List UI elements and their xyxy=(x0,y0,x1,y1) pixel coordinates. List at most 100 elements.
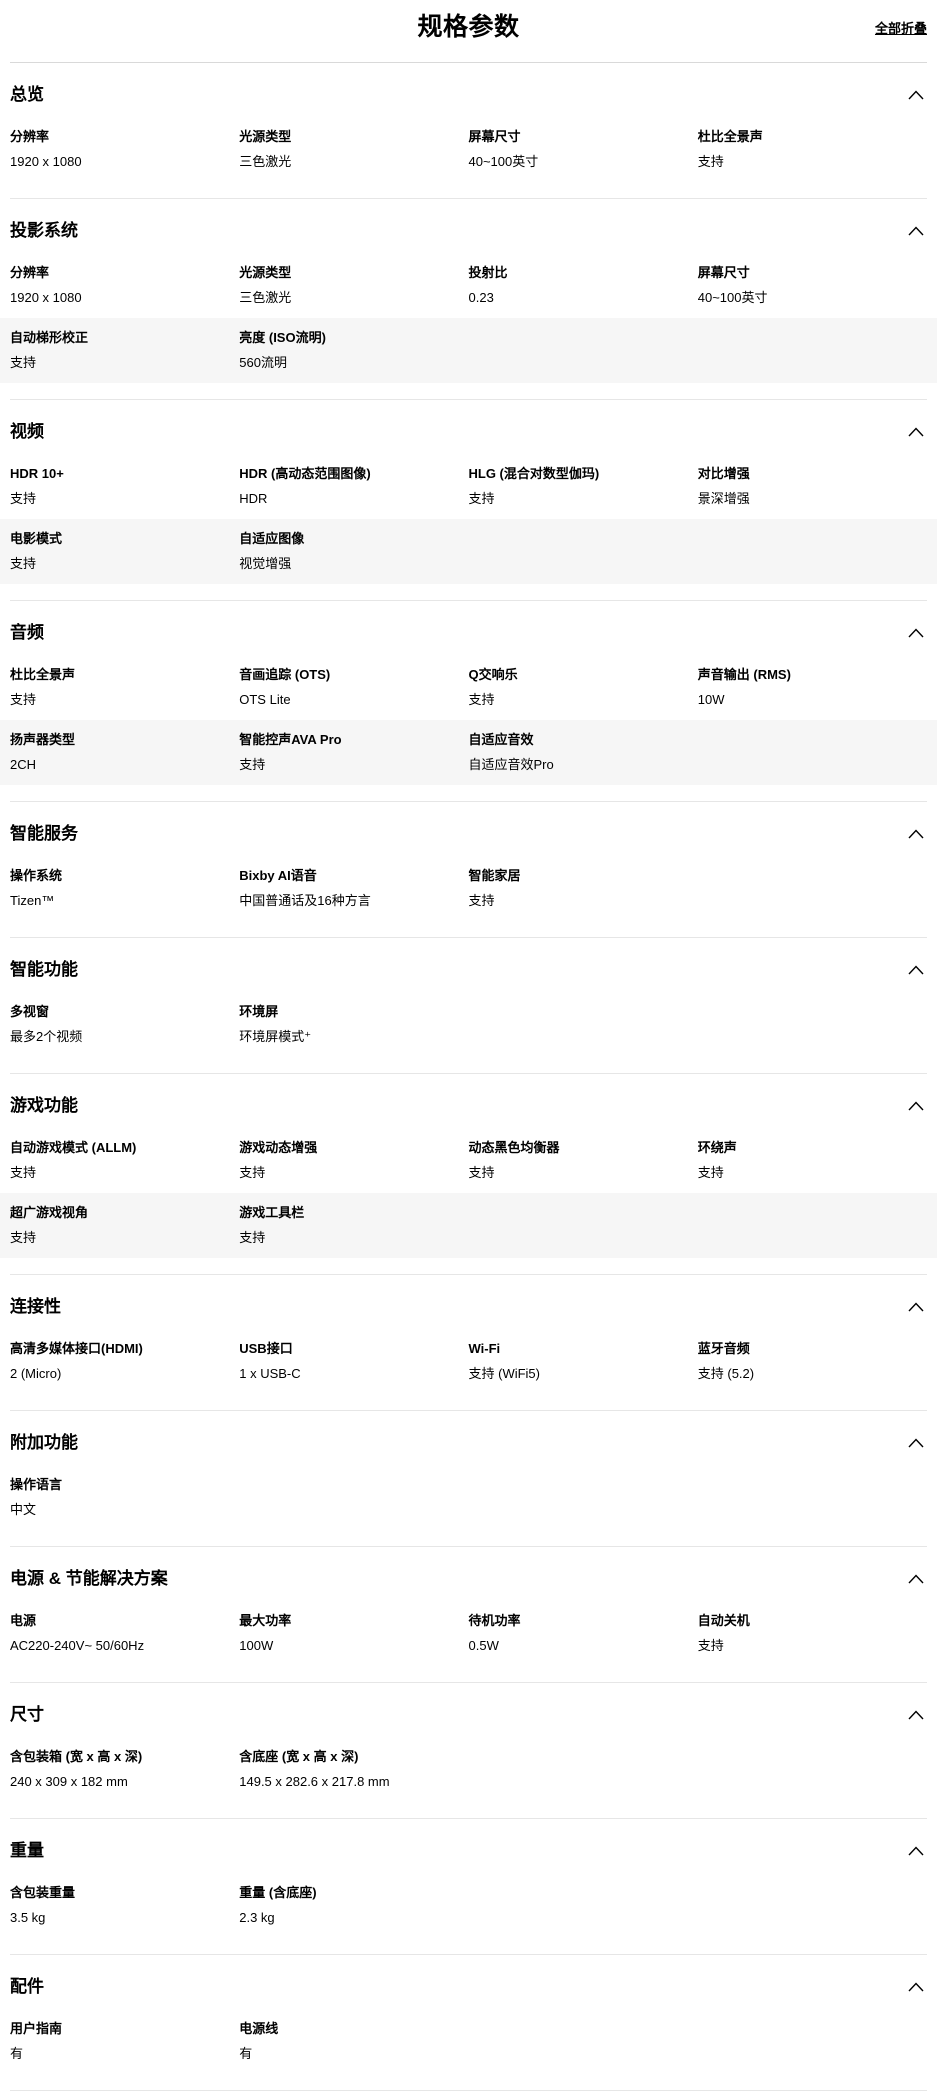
spec-section: 附加功能 操作语言 中文 xyxy=(10,1411,927,1547)
spec-value: 景深增强 xyxy=(698,491,909,507)
section-header[interactable]: 智能服务 xyxy=(10,802,927,856)
spec-label: 自动游戏模式 (ALLM) xyxy=(10,1140,221,1156)
spec-row: 含包装箱 (宽 x 高 x 深) 240 x 309 x 182 mm 含底座 … xyxy=(0,1737,937,1802)
spec-item: 游戏动态增强 支持 xyxy=(239,1140,468,1181)
section-header[interactable]: 连接性 xyxy=(10,1275,927,1329)
chevron-up-icon[interactable] xyxy=(907,225,925,237)
section-header[interactable]: 重量 xyxy=(10,1819,927,1873)
spec-value: 有 xyxy=(239,2046,450,2062)
spec-item: 自适应音效 自适应音效Pro xyxy=(469,732,698,773)
spec-value: 40~100英寸 xyxy=(469,154,680,170)
section-title: 电源 & 节能解决方案 xyxy=(10,1569,168,1589)
spec-value: 支持 (5.2) xyxy=(698,1366,909,1382)
spec-value: 1920 x 1080 xyxy=(10,154,221,170)
spec-row: 自动游戏模式 (ALLM) 支持 游戏动态增强 支持 动态黑色均衡器 支持 环绕… xyxy=(0,1128,937,1193)
spec-label: 自适应音效 xyxy=(469,732,680,748)
spec-row: 多视窗 最多2个视频 环境屏 环境屏模式⁺ xyxy=(0,992,937,1057)
spec-value: 支持 xyxy=(698,154,909,170)
section-rows: 含包装重量 3.5 kg 重量 (含底座) 2.3 kg xyxy=(10,1873,927,1938)
section-header[interactable]: 尺寸 xyxy=(10,1683,927,1737)
spec-section: 尺寸 含包装箱 (宽 x 高 x 深) 240 x 309 x 182 mm 含… xyxy=(10,1683,927,1819)
section-header[interactable]: 视频 xyxy=(10,400,927,454)
spec-label: 动态黑色均衡器 xyxy=(469,1140,680,1156)
spec-label: HLG (混合对数型伽玛) xyxy=(469,466,680,482)
spec-value: 支持 xyxy=(698,1638,909,1654)
section-rows: 含包装箱 (宽 x 高 x 深) 240 x 309 x 182 mm 含底座 … xyxy=(10,1737,927,1802)
section-rows: 分辨率 1920 x 1080 光源类型 三色激光 投射比 0.23 屏幕尺寸 … xyxy=(10,253,927,383)
spec-label: 游戏动态增强 xyxy=(239,1140,450,1156)
section-header[interactable]: 投影系统 xyxy=(10,199,927,253)
section-header[interactable]: 附加功能 xyxy=(10,1411,927,1465)
spec-label: 光源类型 xyxy=(239,129,450,145)
spec-value: OTS Lite xyxy=(239,692,450,708)
spec-item: HDR (高动态范围图像) HDR xyxy=(239,466,468,507)
spec-value: 支持 xyxy=(10,556,221,572)
spec-item: 光源类型 三色激光 xyxy=(239,265,468,306)
spec-label: 电源线 xyxy=(239,2021,450,2037)
chevron-up-icon[interactable] xyxy=(907,1709,925,1721)
spec-item: 操作系统 Tizen™ xyxy=(10,868,239,909)
spec-value: 支持 xyxy=(469,1165,680,1181)
chevron-up-icon[interactable] xyxy=(907,1437,925,1449)
spec-label: 投射比 xyxy=(469,265,680,281)
spec-item: 扬声器类型 2CH xyxy=(10,732,239,773)
spec-label: 电影模式 xyxy=(10,531,221,547)
spec-value: 100W xyxy=(239,1638,450,1654)
section-rows: 杜比全景声 支持 音画追踪 (OTS) OTS Lite Q交响乐 支持 声音输… xyxy=(10,655,927,785)
chevron-up-icon[interactable] xyxy=(907,1301,925,1313)
chevron-up-icon[interactable] xyxy=(907,1573,925,1585)
spec-value: 支持 xyxy=(10,491,221,507)
section-header[interactable]: 配件 xyxy=(10,1955,927,2009)
chevron-up-icon[interactable] xyxy=(907,1845,925,1857)
section-rows: 多视窗 最多2个视频 环境屏 环境屏模式⁺ xyxy=(10,992,927,1057)
spec-value: 有 xyxy=(10,2046,221,2062)
section-header[interactable]: 游戏功能 xyxy=(10,1074,927,1128)
chevron-up-icon[interactable] xyxy=(907,627,925,639)
section-title: 重量 xyxy=(10,1841,44,1861)
section-header[interactable]: 总览 xyxy=(10,63,927,117)
section-header[interactable]: 音频 xyxy=(10,601,927,655)
spec-section: 重量 含包装重量 3.5 kg 重量 (含底座) 2.3 kg xyxy=(10,1819,927,1955)
spec-row: 自动梯形校正 支持 亮度 (ISO流明) 560流明 xyxy=(0,318,937,383)
spec-row: 电影模式 支持 自适应图像 视觉增强 xyxy=(0,519,937,584)
spec-row: 超广游戏视角 支持 游戏工具栏 支持 xyxy=(0,1193,937,1258)
chevron-up-icon[interactable] xyxy=(907,828,925,840)
spec-value: 最多2个视频 xyxy=(10,1029,221,1045)
spec-label: 用户指南 xyxy=(10,2021,221,2037)
spec-item: 多视窗 最多2个视频 xyxy=(10,1004,239,1045)
spec-item: Q交响乐 支持 xyxy=(469,667,698,708)
spec-value: 0.5W xyxy=(469,1638,680,1654)
section-title: 智能功能 xyxy=(10,960,78,980)
spec-value: 10W xyxy=(698,692,909,708)
chevron-up-icon[interactable] xyxy=(907,89,925,101)
spec-label: 操作语言 xyxy=(10,1477,221,1493)
spec-label: 含包装箱 (宽 x 高 x 深) xyxy=(10,1749,221,1765)
spec-value: 2CH xyxy=(10,757,221,773)
spec-section: 智能服务 操作系统 Tizen™ Bixby AI语音 中国普通话及16种方言 … xyxy=(10,802,927,938)
spec-label: 屏幕尺寸 xyxy=(469,129,680,145)
section-title: 投影系统 xyxy=(10,221,78,241)
spec-label: 对比增强 xyxy=(698,466,909,482)
spec-label: 游戏工具栏 xyxy=(239,1205,450,1221)
section-header[interactable]: 智能功能 xyxy=(10,938,927,992)
spec-row: 高清多媒体接口(HDMI) 2 (Micro) USB接口 1 x USB-C … xyxy=(0,1329,937,1394)
chevron-up-icon[interactable] xyxy=(907,1981,925,1993)
spec-label: 分辨率 xyxy=(10,129,221,145)
spec-item: 电源 AC220-240V~ 50/60Hz xyxy=(10,1613,239,1654)
chevron-up-icon[interactable] xyxy=(907,964,925,976)
section-header[interactable]: 电源 & 节能解决方案 xyxy=(10,1547,927,1601)
section-rows: 分辨率 1920 x 1080 光源类型 三色激光 屏幕尺寸 40~100英寸 … xyxy=(10,117,927,182)
spec-value: 支持 xyxy=(239,757,450,773)
spec-section: 总览 分辨率 1920 x 1080 光源类型 三色激光 屏幕尺寸 40~100… xyxy=(10,63,927,199)
spec-item: 重量 (含底座) 2.3 kg xyxy=(239,1885,468,1926)
chevron-up-icon[interactable] xyxy=(907,1100,925,1112)
chevron-up-icon[interactable] xyxy=(907,426,925,438)
spec-label: Q交响乐 xyxy=(469,667,680,683)
spec-label: 最大功率 xyxy=(239,1613,450,1629)
spec-value: HDR xyxy=(239,491,450,507)
spec-value: 240 x 309 x 182 mm xyxy=(10,1774,221,1790)
spec-item: 杜比全景声 支持 xyxy=(10,667,239,708)
collapse-all-link[interactable]: 全部折叠 xyxy=(875,18,927,37)
section-title: 总览 xyxy=(10,85,44,105)
spec-item: 电源线 有 xyxy=(239,2021,468,2062)
